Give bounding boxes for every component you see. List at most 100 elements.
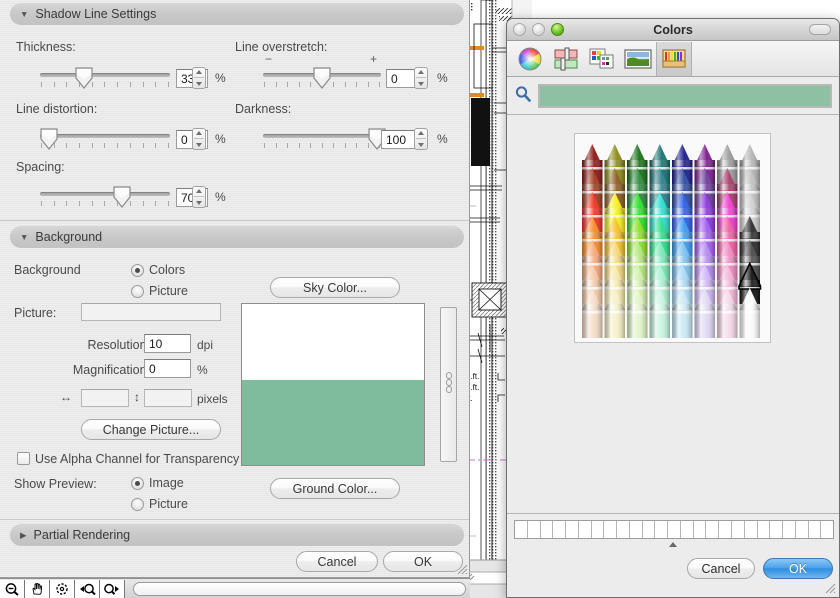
- swatch-cell[interactable]: [630, 521, 643, 538]
- stepper-up-icon[interactable]: [418, 69, 424, 74]
- slider-ticks: [41, 201, 169, 207]
- slider-spacing[interactable]: [40, 186, 170, 212]
- stepper-down-icon[interactable]: [418, 82, 424, 87]
- preview-vertical-scrollbar[interactable]: [440, 307, 457, 462]
- swatch-cell[interactable]: [821, 521, 833, 538]
- overstretch-value: 0: [391, 71, 398, 86]
- change-picture-button[interactable]: Change Picture...: [81, 419, 221, 440]
- swatch-cell[interactable]: [719, 521, 733, 538]
- swatch-cell[interactable]: [515, 521, 528, 538]
- color-swatch-strip[interactable]: [514, 520, 834, 539]
- slider-thickness[interactable]: [40, 67, 170, 93]
- colors-titlebar[interactable]: Colors: [507, 19, 839, 41]
- sky-color-button[interactable]: Sky Color...: [270, 277, 400, 298]
- stepper-down-icon[interactable]: [196, 143, 202, 148]
- swatch-strip-resize-arrow-icon[interactable]: [669, 542, 677, 547]
- panel-resize-grip[interactable]: [455, 562, 469, 576]
- close-button[interactable]: [513, 23, 526, 36]
- preview-sky: [242, 304, 424, 382]
- swatch-cell[interactable]: [617, 521, 630, 538]
- panel-ok-button[interactable]: OK: [383, 551, 463, 572]
- slider-thumb[interactable]: [40, 128, 58, 150]
- alpha-channel-checkbox[interactable]: [17, 452, 30, 465]
- zoom-next-icon[interactable]: [100, 579, 125, 598]
- swatch-cell[interactable]: [604, 521, 618, 538]
- stepper-up-icon[interactable]: [418, 130, 424, 135]
- radio-background-colors[interactable]: [131, 264, 144, 277]
- radio-preview-picture[interactable]: [131, 498, 144, 511]
- swatch-cell[interactable]: [809, 521, 822, 538]
- distortion-stepper[interactable]: [192, 128, 206, 150]
- swatch-cell[interactable]: [694, 521, 707, 538]
- pan-hand-icon[interactable]: [25, 579, 50, 598]
- color-palettes-icon[interactable]: [584, 42, 620, 76]
- picture-path-field[interactable]: [81, 303, 221, 321]
- swatch-cell[interactable]: [643, 521, 656, 538]
- picture-width-field[interactable]: [81, 389, 129, 407]
- spacing-stepper[interactable]: [192, 186, 206, 208]
- panel-ok-label: OK: [413, 554, 433, 569]
- stepper-down-icon[interactable]: [418, 143, 424, 148]
- zoom-previous-icon[interactable]: [75, 579, 100, 598]
- swatch-cell[interactable]: [783, 521, 796, 538]
- ground-color-button[interactable]: Ground Color...: [270, 478, 400, 499]
- background-preview: [241, 303, 425, 466]
- swatch-cell[interactable]: [758, 521, 771, 538]
- swatch-cell[interactable]: [541, 521, 554, 538]
- current-color-bar[interactable]: [538, 84, 832, 108]
- resolution-field[interactable]: 10: [144, 334, 191, 353]
- swatch-cell[interactable]: [579, 521, 592, 538]
- crayons-icon[interactable]: [656, 41, 692, 76]
- darkness-stepper[interactable]: [414, 128, 428, 150]
- colors-resize-grip[interactable]: [824, 582, 837, 595]
- section-header-shadow-line-settings[interactable]: ▼ Shadow Line Settings: [10, 3, 464, 25]
- slider-thumb[interactable]: [113, 186, 131, 208]
- colors-ok-button[interactable]: OK: [763, 558, 833, 579]
- zoom-out-icon[interactable]: [0, 579, 25, 598]
- scrollbar-grip-icon[interactable]: [444, 371, 453, 398]
- swatch-cell[interactable]: [553, 521, 567, 538]
- slider-darkness[interactable]: [263, 128, 386, 154]
- radio-preview-image[interactable]: [131, 477, 144, 490]
- resolution-value: 10: [149, 336, 163, 351]
- panel-cancel-button[interactable]: Cancel: [296, 551, 378, 572]
- color-wheel-icon[interactable]: [512, 42, 548, 76]
- zoom-button[interactable]: [551, 23, 564, 36]
- swatch-cell[interactable]: [592, 521, 605, 538]
- thickness-stepper[interactable]: [192, 67, 206, 89]
- swatch-cell[interactable]: [566, 521, 579, 538]
- stepper-down-icon[interactable]: [196, 201, 202, 206]
- stepper-up-icon[interactable]: [196, 130, 202, 135]
- swatch-cell[interactable]: [681, 521, 694, 538]
- magnifier-icon[interactable]: [514, 85, 532, 108]
- swatch-cell[interactable]: [732, 521, 745, 538]
- darkness-value-field[interactable]: 100: [381, 130, 417, 149]
- slider-thumb[interactable]: [313, 67, 331, 89]
- swatch-cell[interactable]: [668, 521, 681, 538]
- swatch-cell[interactable]: [528, 521, 541, 538]
- section-header-background[interactable]: ▼ Background: [10, 226, 464, 248]
- overstretch-stepper[interactable]: [414, 67, 428, 89]
- picture-height-field[interactable]: [144, 389, 192, 407]
- stepper-up-icon[interactable]: [196, 69, 202, 74]
- toolbar-toggle-pill[interactable]: [809, 24, 831, 35]
- swatch-cell[interactable]: [655, 521, 669, 538]
- swatch-cell[interactable]: [796, 521, 809, 538]
- stepper-up-icon[interactable]: [196, 188, 202, 193]
- radio-background-picture[interactable]: [131, 285, 144, 298]
- crayon-grid[interactable]: [581, 144, 766, 339]
- swatch-cell[interactable]: [770, 521, 784, 538]
- slider-line-overstretch[interactable]: [263, 67, 381, 93]
- magnification-field[interactable]: 0: [144, 359, 191, 378]
- swatch-cell[interactable]: [745, 521, 758, 538]
- colors-cancel-button[interactable]: Cancel: [687, 558, 755, 579]
- slider-thumb[interactable]: [75, 67, 93, 89]
- swatch-cell[interactable]: [706, 521, 720, 538]
- color-sliders-icon[interactable]: [548, 42, 584, 76]
- minimize-button[interactable]: [532, 23, 545, 36]
- stepper-down-icon[interactable]: [196, 82, 202, 87]
- fit-to-window-icon[interactable]: [50, 579, 75, 598]
- slider-line-distortion[interactable]: [40, 128, 170, 154]
- section-header-partial-rendering[interactable]: ▶ Partial Rendering: [10, 524, 464, 546]
- image-palettes-icon[interactable]: [620, 42, 656, 76]
